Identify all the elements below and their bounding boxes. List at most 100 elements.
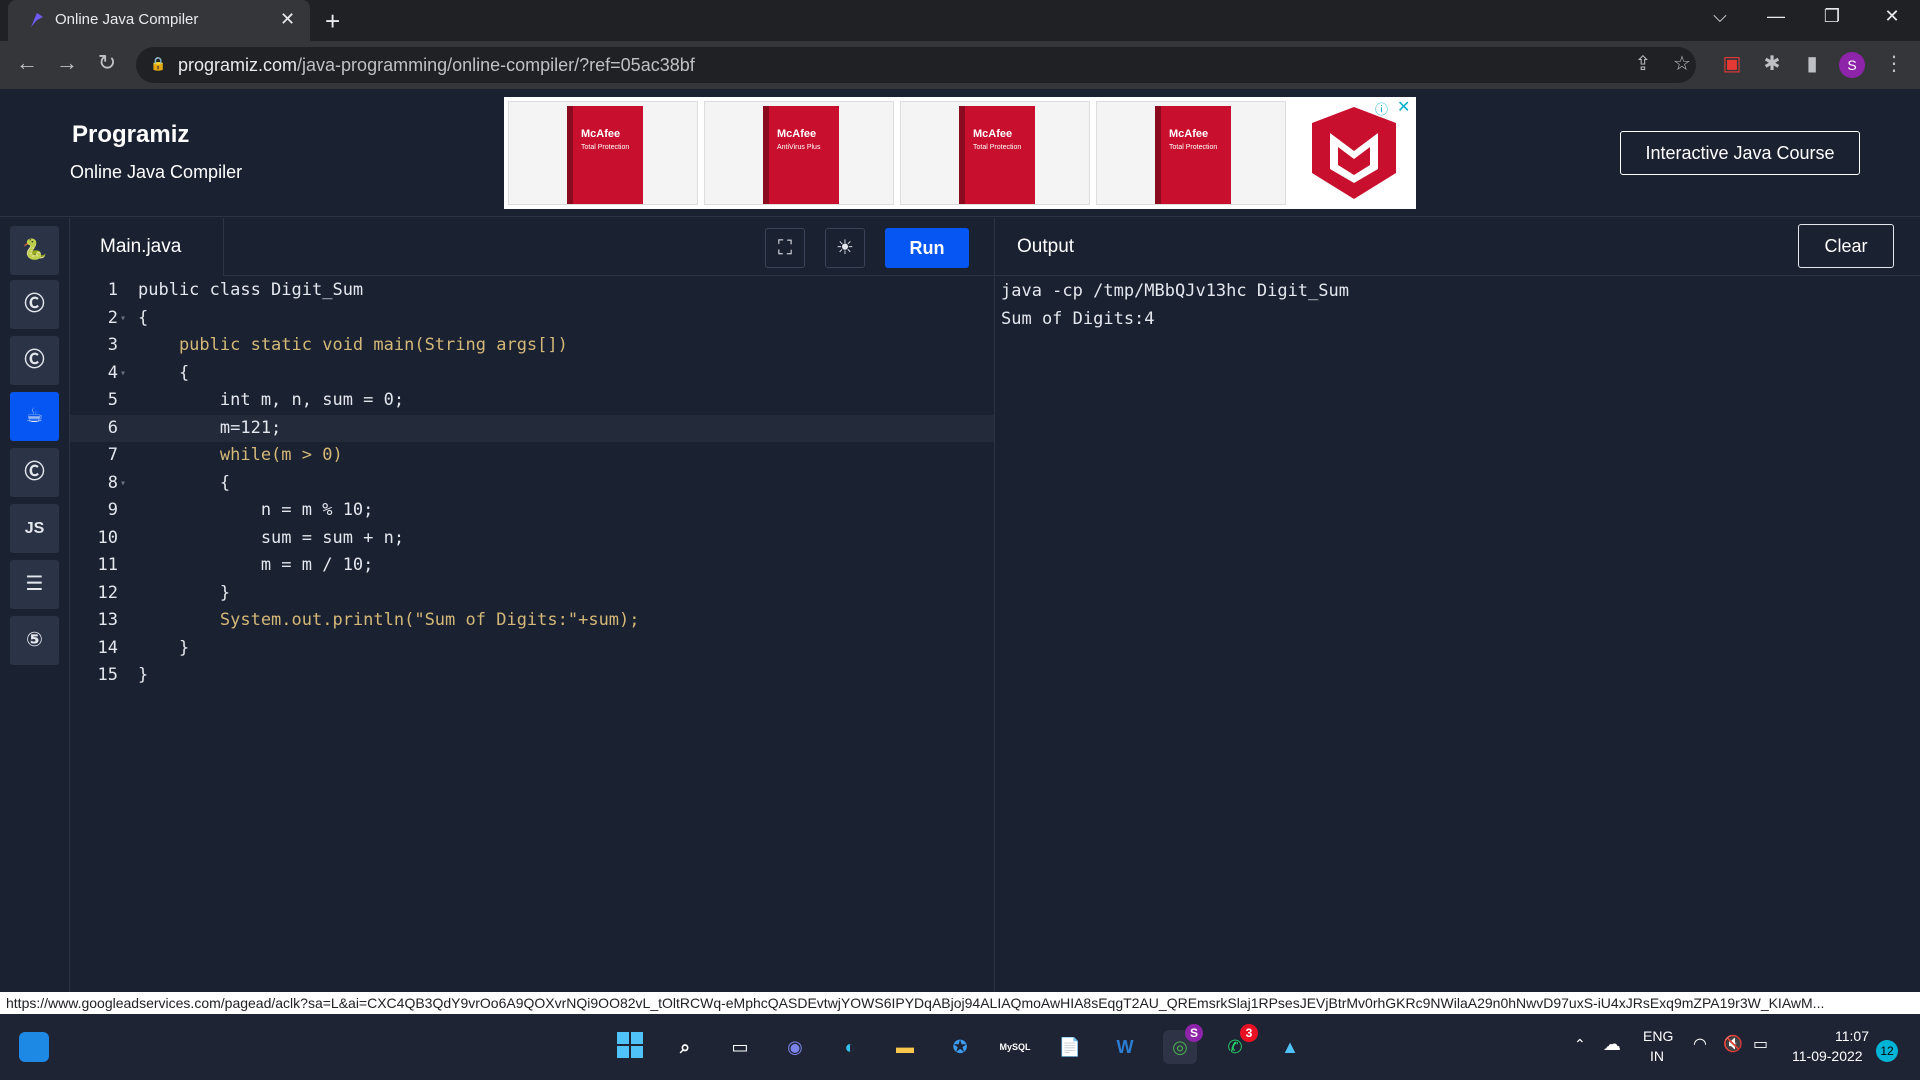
search-icon[interactable]: ⌕ — [668, 1030, 702, 1064]
sql-database-icon[interactable]: ☰ — [10, 560, 59, 609]
widgets-icon[interactable] — [19, 1032, 49, 1062]
back-icon[interactable]: ← — [12, 50, 42, 76]
output-header: Output Clear — [995, 218, 1920, 276]
output-line: Sum of Digits:4 — [1001, 308, 1155, 329]
tray-overflow-chevron-icon[interactable]: ⌃ — [1574, 1036, 1586, 1053]
code-line: 14 } — [97, 637, 190, 658]
run-button[interactable]: Run — [885, 228, 969, 268]
windows-start-icon[interactable] — [613, 1030, 647, 1064]
pane-divider[interactable] — [994, 218, 995, 992]
tab-title: Online Java Compiler — [55, 11, 199, 28]
site-header: Programiz Online Java Compiler McAfee Tot… — [0, 89, 1920, 217]
tab-close-icon[interactable]: ✕ — [280, 9, 295, 30]
code-line: 9 n = m % 10; — [107, 500, 374, 520]
code-line: 1 public class Digit_Sum — [107, 280, 364, 300]
reload-icon[interactable]: ↻ — [92, 50, 122, 76]
code-line: 8 ▾ { — [70, 470, 994, 498]
ad-product-4[interactable]: McAfee Total Protection — [1096, 101, 1286, 205]
new-tab-button[interactable]: + — [325, 6, 340, 37]
language-sidebar: 🐍 Ⓒ Ⓒ ☕ Ⓒ JS ☰ ⑤ — [0, 218, 70, 992]
edge-browser-icon[interactable]: ◐ — [833, 1030, 867, 1064]
cpp-language-icon[interactable]: Ⓒ — [10, 336, 59, 385]
code-line: 7 while(m > 0) — [107, 445, 343, 465]
interactive-course-button[interactable]: Interactive Java Course — [1620, 131, 1860, 175]
wifi-icon[interactable]: ◠ — [1693, 1034, 1707, 1054]
close-window-icon[interactable]: ✕ — [1872, 6, 1912, 27]
tab-search-icon[interactable]: ⌵ — [1700, 6, 1740, 27]
clock-date[interactable]: 11-09-2022 — [1792, 1048, 1863, 1064]
code-editor[interactable]: 1 public class Digit_Sum 2 ▾{ 3 public sta… — [70, 276, 994, 992]
fold-arrow-icon: ▾ — [120, 312, 127, 324]
file-tab-main-java[interactable]: Main.java — [70, 218, 224, 276]
fullscreen-icon[interactable]: ⛶ — [765, 228, 805, 268]
photos-icon[interactable]: ▲ — [1273, 1030, 1307, 1064]
mcafee-extension-icon[interactable]: ▣ — [1718, 51, 1746, 76]
python-language-icon[interactable]: 🐍 — [10, 226, 59, 275]
profile-avatar[interactable]: S — [1839, 52, 1865, 78]
browser-tab[interactable]: Online Java Compiler ✕ — [8, 0, 310, 41]
word-icon[interactable]: W — [1108, 1030, 1142, 1064]
code-line: 12 } — [97, 582, 231, 603]
code-line: 10 sum = sum + n; — [97, 527, 405, 548]
programiz-favicon-icon — [31, 13, 43, 27]
browser-toolbar: ← → ↻ 🔒 programiz.com/java-programming/o… — [0, 41, 1920, 89]
output-title: Output — [1017, 236, 1075, 257]
ad-product-1[interactable]: McAfee Total Protection — [508, 101, 698, 205]
windows-taskbar: ⌕ ▭ ◉ ◐ ▬ ✪ MySQL 📄 W ◎ S ✆ 3 ▲ ⌃ ☁ ENG IN… — [0, 1014, 1920, 1080]
java-language-icon[interactable]: ☕ — [10, 392, 59, 441]
mcafee-shield-logo-icon — [1312, 107, 1396, 199]
code-line-active: 6 m=121; — [70, 414, 994, 442]
volume-muted-icon[interactable]: 🔇 — [1723, 1034, 1743, 1054]
ad-product-3[interactable]: McAfee Total Protection — [900, 101, 1090, 205]
browser-tab-strip: Online Java Compiler ✕ + ⌵ — ❐ ✕ — [0, 0, 1920, 41]
c-language-icon[interactable]: Ⓒ — [10, 280, 59, 329]
code-line: 3 public static void main(String args[]) — [107, 335, 568, 355]
battery-icon[interactable]: ▭ — [1753, 1034, 1768, 1054]
bookmark-star-icon[interactable]: ☆ — [1668, 51, 1696, 76]
task-view-icon[interactable]: ▭ — [723, 1030, 757, 1064]
output-console: java -cp /tmp/MBbQJv13hc Digit_Sum Sum o… — [1001, 278, 1901, 333]
address-bar[interactable]: 🔒 programiz.com/java-programming/online-… — [136, 47, 1696, 83]
output-line: java -cp /tmp/MBbQJv13hc Digit_Sum — [1001, 281, 1349, 301]
safari-compass-icon[interactable]: ✪ — [943, 1030, 977, 1064]
notification-count-badge[interactable]: 12 — [1876, 1040, 1898, 1062]
clear-button[interactable]: Clear — [1798, 224, 1894, 268]
code-line: 13 System.out.println("Sum of Digits:"+s… — [97, 610, 640, 630]
minimize-icon[interactable]: — — [1756, 6, 1796, 27]
input-language-top[interactable]: ENG — [1643, 1028, 1673, 1044]
input-language-bottom[interactable]: IN — [1650, 1048, 1664, 1064]
programiz-logo[interactable]: Programiz — [72, 121, 189, 149]
javascript-language-icon[interactable]: JS — [10, 504, 59, 553]
clock-time[interactable]: 11:07 — [1835, 1028, 1869, 1044]
python-file-icon[interactable]: 📄 — [1053, 1030, 1087, 1064]
menu-kebab-icon[interactable]: ⋮ — [1880, 51, 1908, 76]
side-panel-icon[interactable]: ▮ — [1798, 51, 1826, 76]
whatsapp-icon[interactable]: ✆ 3 — [1218, 1024, 1258, 1064]
share-icon[interactable]: ⇪ — [1629, 51, 1657, 76]
ad-product-2[interactable]: McAfee AntiVirus Plus — [704, 101, 894, 205]
html5-language-icon[interactable]: ⑤ — [10, 616, 59, 665]
restore-icon[interactable]: ❐ — [1812, 6, 1852, 27]
extensions-puzzle-icon[interactable]: ✱ — [1758, 51, 1786, 76]
editor-header: Main.java ⛶ ☀ Run — [70, 218, 994, 276]
csharp-language-icon[interactable]: Ⓒ — [10, 448, 59, 497]
fold-arrow-icon: ▾ — [120, 367, 127, 379]
url-text: programiz.com/java-programming/online-co… — [178, 55, 695, 75]
code-line: 15} — [97, 665, 149, 685]
teams-chat-icon[interactable]: ◉ — [778, 1030, 812, 1064]
code-line: 5 int m, n, sum = 0; — [107, 390, 405, 410]
fold-arrow-icon: ▾ — [120, 477, 127, 489]
code-line: 2 ▾{ — [70, 305, 994, 333]
ad-info-icon[interactable]: ⓘ — [1375, 99, 1388, 118]
page-subtitle: Online Java Compiler — [70, 162, 243, 182]
code-line: 4 ▾ { — [70, 360, 994, 388]
mysql-workbench-icon[interactable]: MySQL — [998, 1030, 1032, 1064]
advertisement-banner[interactable]: McAfee Total Protection McAfee AntiVirus P… — [504, 97, 1416, 209]
chrome-icon[interactable]: ◎ S — [1163, 1024, 1203, 1064]
onedrive-cloud-icon[interactable]: ☁ — [1603, 1034, 1621, 1055]
forward-icon[interactable]: → — [52, 50, 82, 76]
link-status-bubble: https://www.googleadservices.com/pagead/… — [0, 992, 1920, 1014]
file-explorer-icon[interactable]: ▬ — [888, 1030, 922, 1064]
ad-close-icon[interactable]: ✕ — [1397, 97, 1410, 117]
theme-toggle-sun-icon[interactable]: ☀ — [825, 228, 865, 268]
